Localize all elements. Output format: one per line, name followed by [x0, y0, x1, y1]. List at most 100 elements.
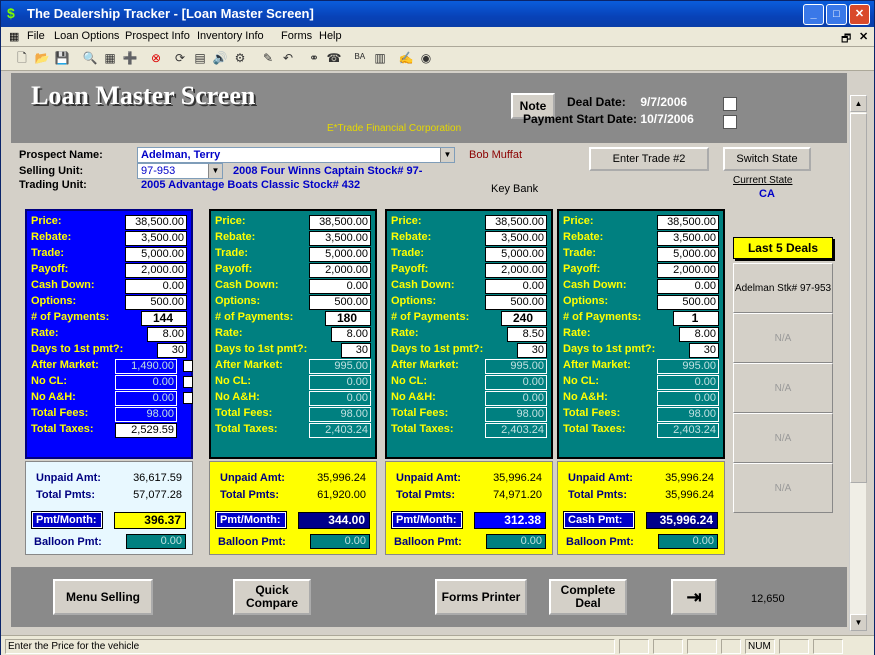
rate-field[interactable]: 8.00: [679, 327, 719, 342]
after-market-field[interactable]: 1,490.00: [115, 359, 177, 374]
options-field[interactable]: 500.00: [125, 295, 187, 310]
calendar-icon[interactable]: ▤: [191, 50, 209, 67]
stop-icon[interactable]: ⊗: [147, 50, 165, 67]
no-ah-field[interactable]: 0.00: [657, 391, 719, 406]
trade-field[interactable]: 5,000.00: [309, 247, 371, 262]
menu-inventory-info[interactable]: Inventory Info: [197, 30, 264, 42]
cash-down-field[interactable]: 0.00: [309, 279, 371, 294]
days-first-field[interactable]: 30: [517, 343, 547, 358]
scroll-down-icon[interactable]: ▼: [850, 614, 867, 631]
print-preview-icon[interactable]: 🔍: [81, 50, 99, 67]
price-field[interactable]: 38,500.00: [309, 215, 371, 230]
after-market-field[interactable]: 995.00: [309, 359, 371, 374]
new-icon[interactable]: 🗋: [13, 50, 31, 67]
mdi-icon[interactable]: ▦: [9, 30, 19, 43]
num-payments-field[interactable]: 1: [673, 311, 719, 326]
properties-icon[interactable]: ⚙: [231, 50, 249, 67]
price-field[interactable]: 38,500.00: [657, 215, 719, 230]
options-field[interactable]: 500.00: [309, 295, 371, 310]
cash-down-field[interactable]: 0.00: [485, 279, 547, 294]
rebate-field[interactable]: 3,500.00: [309, 231, 371, 246]
after-market-field[interactable]: 995.00: [485, 359, 547, 374]
balloon-value[interactable]: 0.00: [126, 534, 186, 549]
deal-item[interactable]: N/A: [733, 363, 833, 413]
save-icon[interactable]: 💾: [53, 50, 71, 67]
minimize-button[interactable]: _: [803, 4, 824, 25]
cash-down-field[interactable]: 0.00: [125, 279, 187, 294]
edit-icon[interactable]: ✎: [259, 50, 277, 67]
enter-trade-button[interactable]: Enter Trade #2: [589, 147, 709, 171]
cash-down-field[interactable]: 0.00: [657, 279, 719, 294]
no-cl-field[interactable]: 0.00: [485, 375, 547, 390]
rebate-field[interactable]: 3,500.00: [485, 231, 547, 246]
menu-selling-button[interactable]: Menu Selling: [53, 579, 153, 615]
menu-prospect-info[interactable]: Prospect Info: [125, 30, 190, 42]
grid-icon[interactable]: ▦: [101, 50, 119, 67]
after-market-checkbox[interactable]: [183, 360, 193, 372]
trade-field[interactable]: 5,000.00: [485, 247, 547, 262]
no-cl-field[interactable]: 0.00: [115, 375, 177, 390]
total-taxes-field[interactable]: 2,403.24: [657, 423, 719, 438]
payment-start-calendar-icon[interactable]: [723, 115, 737, 129]
total-taxes-field[interactable]: 2,403.24: [309, 423, 371, 438]
pmt-value[interactable]: 396.37: [114, 512, 186, 529]
rate-field[interactable]: 8.50: [507, 327, 547, 342]
num-payments-field[interactable]: 144: [141, 311, 187, 326]
deal-item[interactable]: Adelman Stk# 97-953: [733, 263, 833, 313]
price-field[interactable]: 38,500.00: [125, 215, 187, 230]
rebate-field[interactable]: 3,500.00: [657, 231, 719, 246]
menu-loan-options[interactable]: Loan Options: [54, 30, 119, 42]
chevron-down-icon[interactable]: ▼: [208, 164, 222, 178]
close-button[interactable]: ✕: [849, 4, 870, 25]
scroll-up-icon[interactable]: ▲: [850, 95, 867, 112]
no-ah-field[interactable]: 0.00: [485, 391, 547, 406]
days-first-field[interactable]: 30: [341, 343, 371, 358]
insert-icon[interactable]: ➕: [121, 50, 139, 67]
options-field[interactable]: 500.00: [657, 295, 719, 310]
total-fees-field[interactable]: 98.00: [115, 407, 177, 422]
total-fees-field[interactable]: 98.00: [657, 407, 719, 422]
total-taxes-field[interactable]: 2,529.59: [115, 423, 177, 438]
deal-item[interactable]: N/A: [733, 463, 833, 513]
rebate-field[interactable]: 3,500.00: [125, 231, 187, 246]
sound-icon[interactable]: 🔊: [211, 50, 229, 67]
links-icon[interactable]: ⚭: [305, 50, 323, 67]
no-ah-field[interactable]: 0.00: [309, 391, 371, 406]
price-field[interactable]: 38,500.00: [485, 215, 547, 230]
deal-item[interactable]: N/A: [733, 413, 833, 463]
quick-compare-button[interactable]: Quick Compare: [233, 579, 311, 615]
payoff-field[interactable]: 2,000.00: [657, 263, 719, 278]
refresh-icon[interactable]: ⟳: [171, 50, 189, 67]
no-ah-field[interactable]: 0.00: [115, 391, 177, 406]
mdi-close-icon[interactable]: ✕: [859, 30, 868, 43]
total-taxes-field[interactable]: 2,403.24: [485, 423, 547, 438]
balloon-value[interactable]: 0.00: [310, 534, 370, 549]
payoff-field[interactable]: 2,000.00: [485, 263, 547, 278]
num-payments-field[interactable]: 240: [501, 311, 547, 326]
selling-unit-select[interactable]: 97-953 ▼: [137, 163, 223, 179]
after-market-field[interactable]: 995.00: [657, 359, 719, 374]
deal-date-value[interactable]: 9/7/2006: [640, 95, 687, 109]
total-fees-field[interactable]: 98.00: [309, 407, 371, 422]
contact-icon[interactable]: ☎: [325, 50, 343, 67]
undo-icon[interactable]: ↶: [279, 50, 297, 67]
switch-state-button[interactable]: Switch State: [723, 147, 811, 171]
menu-file[interactable]: File: [27, 30, 45, 42]
scroll-thumb[interactable]: [850, 113, 867, 483]
vertical-scrollbar[interactable]: ▲ ▼: [849, 95, 867, 631]
no-cl-field[interactable]: 0.00: [657, 375, 719, 390]
chevron-down-icon[interactable]: ▼: [440, 148, 454, 162]
ab-icon[interactable]: ᴮᴬ: [351, 50, 369, 67]
trade-field[interactable]: 5,000.00: [125, 247, 187, 262]
forms-printer-button[interactable]: Forms Printer: [435, 579, 527, 615]
trade-field[interactable]: 5,000.00: [657, 247, 719, 262]
balloon-value[interactable]: 0.00: [486, 534, 546, 549]
complete-deal-button[interactable]: Complete Deal: [549, 579, 627, 615]
camera-icon[interactable]: ◉: [417, 50, 435, 67]
payment-start-value[interactable]: 10/7/2006: [640, 112, 693, 126]
menu-help[interactable]: Help: [319, 30, 342, 42]
pmt-value[interactable]: 344.00: [298, 512, 370, 529]
payoff-field[interactable]: 2,000.00: [125, 263, 187, 278]
rate-field[interactable]: 8.00: [331, 327, 371, 342]
prospect-name-select[interactable]: Adelman, Terry ▼: [137, 147, 455, 163]
